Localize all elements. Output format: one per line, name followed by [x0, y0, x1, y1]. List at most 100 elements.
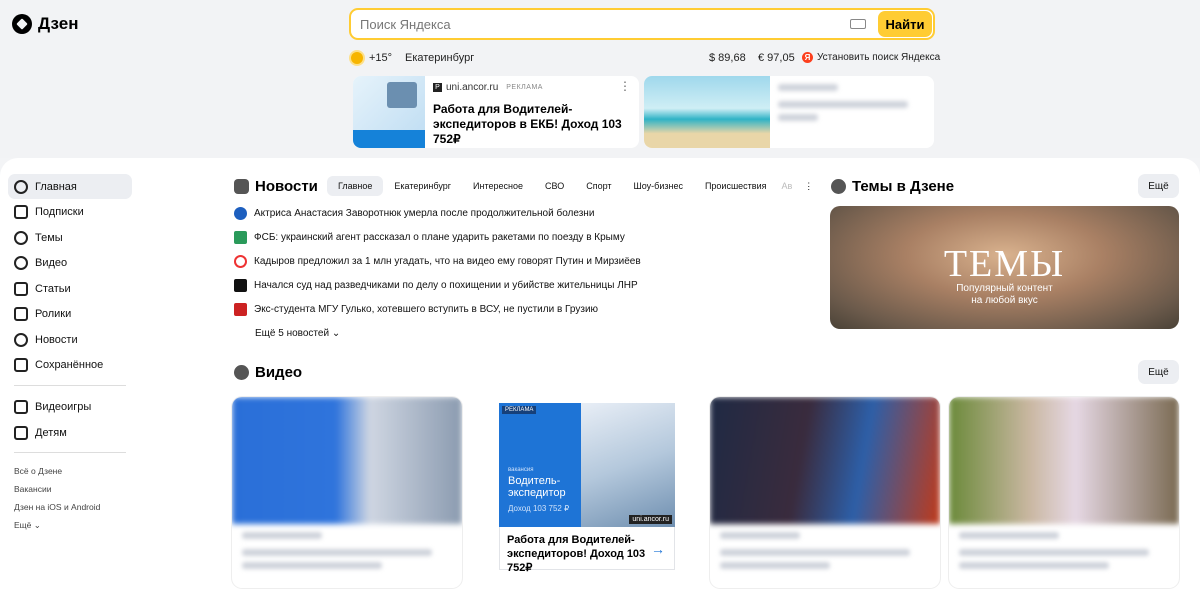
video-more-button[interactable]: Ещё — [1138, 360, 1179, 384]
sidebar-item-video[interactable]: Видео — [8, 251, 132, 276]
usd-rate[interactable]: $ 89,68 — [709, 52, 746, 64]
sidebar: Главная Подписки Темы Видео Статьи Ролик… — [8, 174, 132, 534]
arrow-right-icon[interactable]: → — [651, 541, 665, 557]
ad-banner-second[interactable] — [644, 76, 934, 148]
sidebar-item-news[interactable]: Новости — [8, 327, 132, 352]
video-thumbnail — [949, 397, 1179, 524]
sidebar-item-games[interactable]: Видеоигры — [8, 395, 132, 420]
play-icon — [234, 365, 249, 380]
sidebar-item-label: Детям — [35, 426, 67, 439]
video-title: Видео — [255, 364, 303, 381]
tab-sport[interactable]: Спорт — [575, 176, 622, 196]
news-item-text: Экс-студента МГУ Гулько, хотевшего вступ… — [254, 304, 599, 315]
sidebar-item-articles[interactable]: Статьи — [8, 276, 132, 301]
footer-link-about[interactable]: Всё о Дзене — [8, 462, 132, 480]
logo-text: Дзен — [38, 14, 79, 33]
news-item-text: ФСБ: украинский агент рассказал о плане … — [254, 232, 625, 243]
tab-ekaterinburg[interactable]: Екатеринбург — [383, 176, 462, 196]
sidebar-item-home[interactable]: Главная — [8, 174, 132, 199]
more-tabs-icon[interactable]: ⋮ — [796, 176, 821, 196]
bookmark-icon — [14, 358, 28, 372]
weather[interactable]: +15° — [351, 52, 393, 65]
sidebar-item-label: Главная — [35, 180, 77, 193]
news-item-text: Актриса Анастасия Заворотнюк умерла посл… — [254, 208, 595, 219]
news-item[interactable]: Начался суд над разведчиками по делу о п… — [234, 279, 638, 292]
tab-main[interactable]: Главное — [327, 176, 384, 196]
video-ad-pay: Доход 103 752 ₽ — [508, 504, 570, 513]
source-icon — [234, 279, 247, 292]
keyboard-icon[interactable] — [850, 19, 866, 29]
shorts-icon — [14, 307, 28, 321]
tab-showbiz[interactable]: Шоу-бизнес — [623, 176, 694, 196]
news-icon — [14, 332, 28, 347]
themes-more-button[interactable]: Ещё — [1138, 174, 1179, 198]
subscriptions-icon — [14, 205, 28, 219]
bear-icon — [14, 425, 28, 440]
source-icon — [234, 255, 247, 268]
news-item[interactable]: Кадыров предложил за 1 млн угадать, что … — [234, 255, 641, 268]
themes-header[interactable]: Темы в Дзене — [831, 178, 954, 195]
source-icon — [234, 207, 247, 220]
sidebar-item-label: Ролики — [35, 308, 72, 320]
tab-auto[interactable]: Ав — [778, 176, 797, 196]
news-tabs: Главное Екатеринбург Интересное СВО Спор… — [327, 176, 821, 196]
video-ad-headline: Водитель-экспедитор — [508, 475, 566, 499]
ad-blurred-text — [770, 76, 934, 148]
sun-icon — [351, 52, 363, 65]
temperature: +15° — [369, 52, 393, 64]
source-icon — [234, 303, 247, 316]
main-content: Главная Подписки Темы Видео Статьи Ролик… — [0, 158, 1200, 601]
search-input[interactable] — [351, 10, 850, 38]
footer-link-jobs[interactable]: Вакансии — [8, 480, 132, 498]
video-card[interactable] — [949, 397, 1179, 588]
sidebar-item-label: Подписки — [35, 206, 84, 218]
video-ad-card[interactable]: РЕКЛАМА вакансия Водитель-экспедитор Дох… — [470, 397, 706, 588]
video-ad-vacancy: вакансия — [508, 467, 534, 473]
news-header[interactable]: Новости — [234, 178, 318, 195]
news-item[interactable]: Актриса Анастасия Заворотнюк умерла посл… — [234, 207, 594, 220]
news-item[interactable]: ФСБ: украинский агент рассказал о плане … — [234, 231, 625, 244]
video-card[interactable] — [232, 397, 462, 588]
themes-card[interactable]: ТЕМЫ Популярный контент на любой вкус — [830, 206, 1179, 329]
video-ad-domain: uni.ancor.ru — [629, 515, 672, 524]
more-news-button[interactable]: Ещё 5 новостей ⌄ — [255, 328, 340, 339]
sidebar-item-topics[interactable]: Темы — [8, 225, 132, 250]
ad-source: P uni.ancor.ru РЕКЛАМА — [433, 82, 631, 93]
sidebar-divider — [14, 384, 126, 386]
eur-rate[interactable]: € 97,05 — [758, 52, 795, 64]
ad-title: Работа для Водителей-экспедиторов в ЕКБ!… — [433, 102, 622, 146]
video-meta — [949, 524, 1179, 583]
footer-link-more[interactable]: Ещё ⌄ — [8, 516, 132, 534]
tab-svo[interactable]: СВО — [534, 176, 575, 196]
sidebar-item-saved[interactable]: Сохранённое — [8, 353, 132, 378]
dzen-logo[interactable]: Дзен — [12, 14, 78, 34]
footer-link-apps[interactable]: Дзен на iOS и Android — [8, 498, 132, 516]
install-search-link[interactable]: Я Установить поиск Яндекса — [802, 52, 940, 63]
video-meta — [710, 524, 940, 583]
sidebar-item-label: Сохранённое — [35, 359, 104, 371]
video-card[interactable] — [710, 397, 940, 588]
news-item-text: Кадыров предложил за 1 млн угадать, что … — [254, 256, 641, 267]
tab-incidents[interactable]: Происшествия — [694, 176, 778, 196]
sidebar-item-shorts[interactable]: Ролики — [8, 302, 132, 327]
tab-interesting[interactable]: Интересное — [462, 176, 534, 196]
video-thumbnail — [710, 397, 940, 524]
video-ad-banner: РЕКЛАМА вакансия Водитель-экспедитор Дох… — [499, 403, 675, 527]
city[interactable]: Екатеринбург — [405, 52, 474, 64]
more-news-label: Ещё 5 новостей — [255, 328, 330, 339]
themes-card-subtitle: Популярный контент на любой вкус — [830, 283, 1179, 307]
ad-banner-first[interactable]: P uni.ancor.ru РЕКЛАМА Работа для Водите… — [353, 76, 639, 148]
sidebar-item-kids[interactable]: Детям — [8, 420, 132, 445]
ad-label: РЕКЛАМА — [506, 84, 543, 91]
video-header[interactable]: Видео — [234, 364, 302, 381]
home-icon — [14, 179, 28, 194]
video-meta — [232, 524, 462, 583]
more-options-icon[interactable]: ⋮ — [619, 80, 631, 92]
news-item[interactable]: Экс-студента МГУ Гулько, хотевшего вступ… — [234, 303, 598, 316]
header-area: Дзен Найти +15° Екатеринбург $ 89,68 € 9… — [0, 0, 1200, 158]
dzen-logo-icon — [12, 14, 32, 34]
sidebar-item-subscriptions[interactable]: Подписки — [8, 200, 132, 225]
search-button[interactable]: Найти — [878, 11, 932, 37]
compass-icon — [14, 230, 28, 245]
sidebar-item-label: Статьи — [35, 282, 71, 295]
